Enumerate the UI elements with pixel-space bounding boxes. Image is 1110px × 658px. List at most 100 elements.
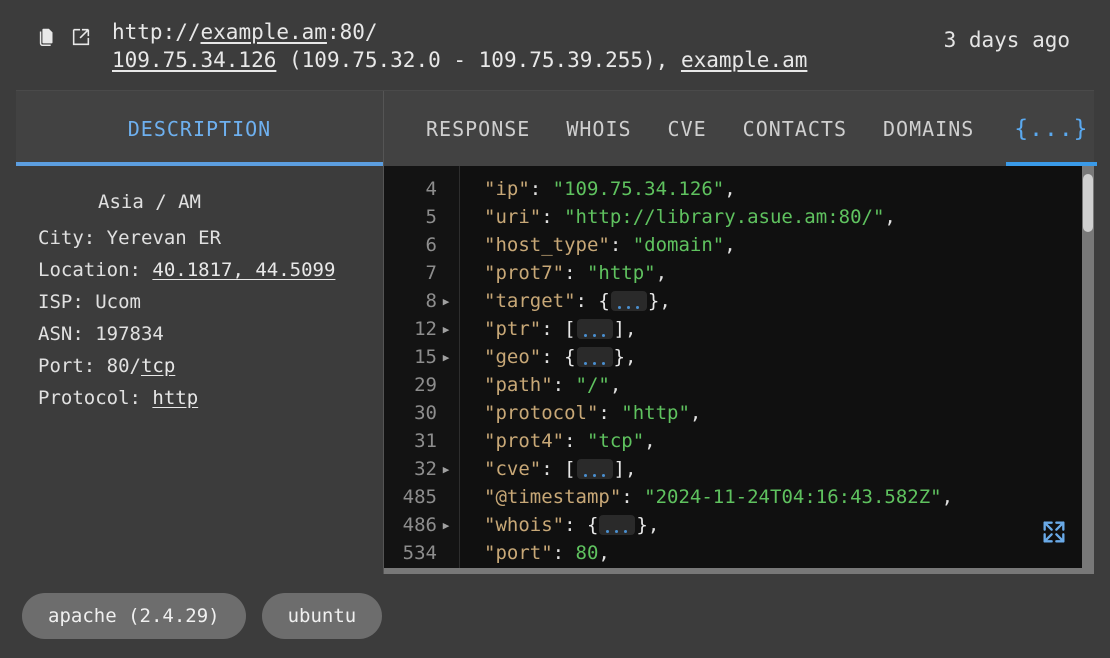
line-number-value: 486 bbox=[402, 514, 437, 536]
json-colon: : bbox=[541, 318, 565, 340]
json-folded-placeholder[interactable] bbox=[610, 291, 647, 311]
json-line-number: 8 ▶ bbox=[384, 287, 459, 315]
expand-fullscreen-icon[interactable] bbox=[1040, 518, 1068, 546]
json-code-area[interactable]: "ip": "109.75.34.126", "uri": "http://lib… bbox=[460, 166, 1094, 574]
domain-link[interactable]: example.am bbox=[681, 48, 807, 72]
json-comma: , bbox=[625, 346, 637, 368]
chevron-right-icon[interactable]: ▶ bbox=[439, 295, 453, 308]
location-row: Location: 40.1817, 44.5099 bbox=[38, 256, 383, 284]
asn-row: ASN: 197834 bbox=[38, 320, 383, 348]
json-value: 80 bbox=[575, 542, 599, 564]
json-folded-placeholder[interactable] bbox=[576, 319, 613, 339]
tab-description[interactable]: DESCRIPTION bbox=[16, 91, 384, 166]
protocol-label: Protocol: bbox=[38, 387, 153, 409]
json-value: "2024-11-24T04:16:43.582Z" bbox=[644, 486, 942, 508]
tab-domains[interactable]: DOMAINS bbox=[865, 91, 992, 166]
json-line-number: 15 ▶ bbox=[384, 343, 459, 371]
copy-icon[interactable] bbox=[36, 26, 58, 48]
last-seen-timestamp: 3 days ago bbox=[943, 28, 1070, 52]
tab-cve[interactable]: CVE bbox=[650, 91, 725, 166]
json-vertical-scrollbar[interactable] bbox=[1082, 166, 1094, 574]
tab-cve-label: CVE bbox=[667, 116, 707, 141]
json-comma: , bbox=[625, 318, 637, 340]
ip-range-text: (109.75.32.0 - 109.75.39.255), bbox=[276, 48, 681, 72]
chevron-right-icon[interactable]: ▶ bbox=[439, 519, 453, 532]
json-bracket-close: } bbox=[636, 514, 648, 536]
json-colon: : bbox=[575, 290, 599, 312]
json-value: "/" bbox=[575, 374, 610, 396]
json-colon: : bbox=[598, 402, 622, 424]
asn-value: 197834 bbox=[95, 323, 164, 345]
port-number: 80/ bbox=[106, 355, 141, 377]
json-folded-placeholder[interactable] bbox=[599, 515, 636, 535]
city-row: City: Yerevan ER bbox=[38, 224, 383, 252]
json-line-number: 12 ▶ bbox=[384, 315, 459, 343]
json-horizontal-scrollbar[interactable] bbox=[384, 568, 1082, 574]
page-header: http://example.am:80/ 109.75.34.126 (109… bbox=[0, 0, 1110, 90]
line-number-value: 15 bbox=[414, 346, 437, 368]
json-viewer[interactable]: 4▶5▶6▶7▶8▶12▶15▶29▶30▶31▶32▶485▶486▶534▶… bbox=[384, 166, 1094, 574]
tab-whois[interactable]: WHOIS bbox=[548, 91, 649, 166]
tag-badge[interactable]: ubuntu bbox=[261, 593, 383, 639]
json-line: "whois": {}, bbox=[484, 511, 1094, 539]
json-key: "port" bbox=[484, 542, 553, 564]
url-host-link[interactable]: example.am bbox=[201, 20, 327, 44]
json-comma: , bbox=[884, 206, 896, 228]
json-comma: , bbox=[689, 402, 702, 424]
line-number-value: 534 bbox=[402, 542, 437, 564]
json-colon: : bbox=[529, 178, 553, 200]
line-number-value: 5 bbox=[425, 206, 437, 228]
asn-label: ASN: bbox=[38, 323, 96, 345]
protocol-link[interactable]: http bbox=[152, 384, 198, 412]
json-key: "host_type" bbox=[484, 234, 610, 256]
chevron-right-icon[interactable]: ▶ bbox=[439, 323, 453, 336]
json-key: "@timestamp" bbox=[484, 486, 622, 508]
tab-domains-label: DOMAINS bbox=[883, 116, 975, 141]
json-folded-placeholder[interactable] bbox=[576, 459, 613, 479]
line-number-value: 7 bbox=[425, 262, 437, 284]
chevron-right-icon[interactable]: ▶ bbox=[439, 351, 453, 364]
json-key: "ip" bbox=[484, 178, 530, 200]
json-key: "ptr" bbox=[484, 318, 542, 340]
external-link-icon[interactable] bbox=[70, 26, 92, 48]
json-bracket-open: { bbox=[564, 346, 576, 368]
json-line: "target": {}, bbox=[484, 287, 1094, 315]
region-row: Asia / AM bbox=[38, 188, 383, 216]
region-label: Asia / AM bbox=[98, 191, 201, 213]
line-number-value: 4 bbox=[425, 178, 437, 200]
json-key: "geo" bbox=[484, 346, 542, 368]
json-bracket-open: [ bbox=[564, 458, 576, 480]
json-comma: , bbox=[644, 430, 656, 452]
json-colon: : bbox=[552, 542, 576, 564]
header-url-block: http://example.am:80/ 109.75.34.126 (109… bbox=[112, 12, 807, 74]
location-link[interactable]: 40.1817, 44.5099 bbox=[152, 256, 335, 284]
isp-label: ISP: bbox=[38, 291, 96, 313]
json-colon: : bbox=[621, 486, 645, 508]
line-number-value: 30 bbox=[414, 402, 437, 424]
json-line: "ip": "109.75.34.126", bbox=[484, 175, 1094, 203]
json-value: "http" bbox=[621, 402, 690, 424]
json-comma: , bbox=[724, 178, 736, 200]
json-bracket-close: ] bbox=[613, 318, 625, 340]
tab-contacts[interactable]: CONTACTS bbox=[725, 91, 865, 166]
tab-response[interactable]: RESPONSE bbox=[408, 91, 548, 166]
json-scrollbar-thumb[interactable] bbox=[1083, 174, 1093, 232]
json-folded-placeholder[interactable] bbox=[576, 347, 613, 367]
port-protocol-link[interactable]: tcp bbox=[141, 352, 175, 380]
tag-badge[interactable]: apache (2.4.29) bbox=[22, 593, 246, 639]
json-bracket-open: [ bbox=[564, 318, 576, 340]
json-line-number: 7▶ bbox=[384, 259, 459, 287]
line-number-value: 31 bbox=[414, 430, 437, 452]
json-comma: , bbox=[659, 290, 671, 312]
chevron-right-icon[interactable]: ▶ bbox=[439, 463, 453, 476]
json-key: "prot7" bbox=[484, 262, 565, 284]
tab-raw-json[interactable]: {...} bbox=[1000, 91, 1102, 166]
json-line: "uri": "http://library.asue.am:80/", bbox=[484, 203, 1094, 231]
json-line: "ptr": [], bbox=[484, 315, 1094, 343]
ip-address-link[interactable]: 109.75.34.126 bbox=[112, 48, 276, 72]
tab-contacts-label: CONTACTS bbox=[742, 116, 847, 141]
json-key: "path" bbox=[484, 374, 553, 396]
json-line: "host_type": "domain", bbox=[484, 231, 1094, 259]
protocol-row: Protocol: http bbox=[38, 384, 383, 412]
json-line: "geo": {}, bbox=[484, 343, 1094, 371]
